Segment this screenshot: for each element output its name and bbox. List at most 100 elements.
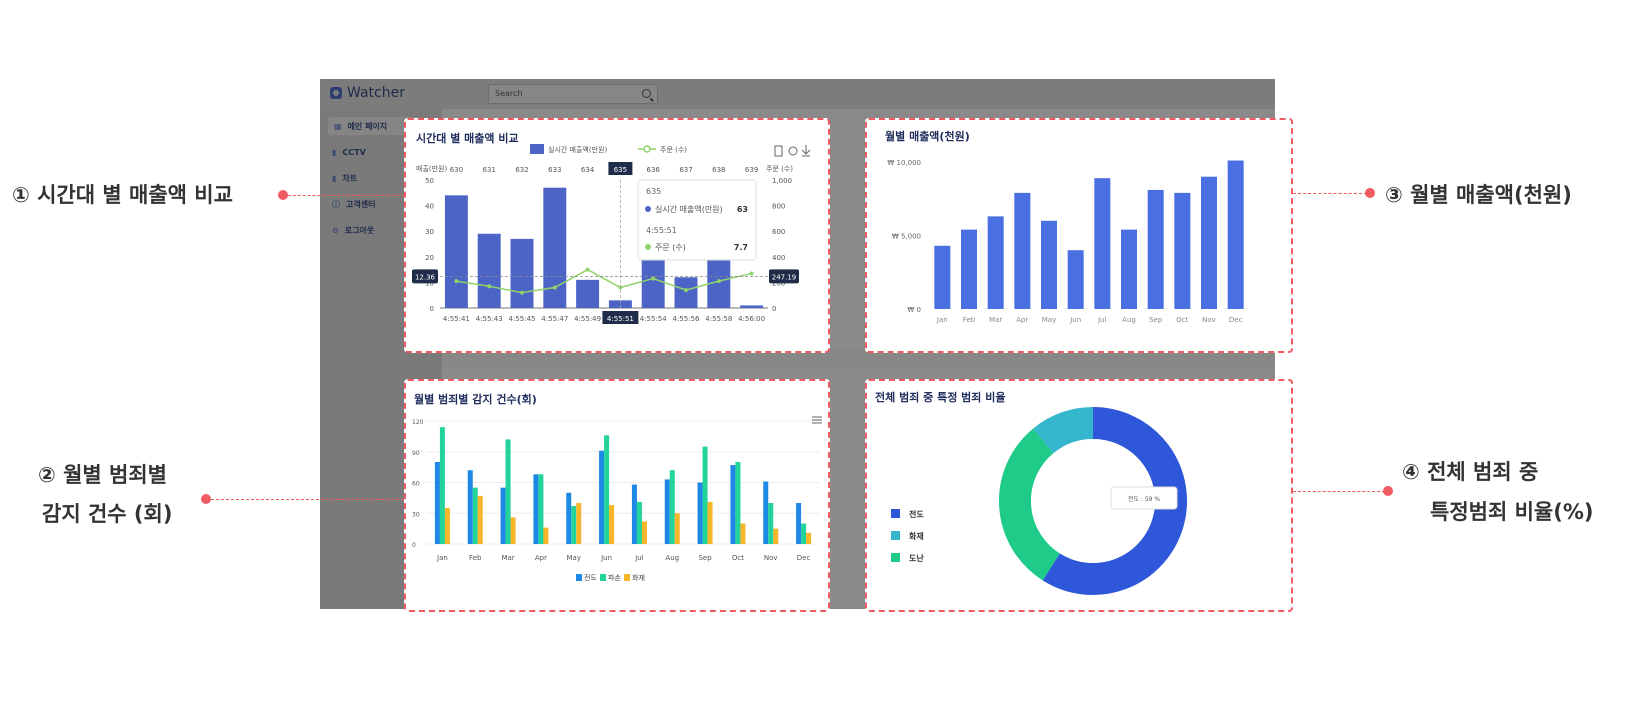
top-axis-label: 634 xyxy=(581,166,595,174)
x-tick-label: Feb xyxy=(469,554,482,562)
y-left-tick-label: 0 xyxy=(430,305,434,313)
crime-bar-파손 xyxy=(702,446,708,544)
crime-bar-파손 xyxy=(505,439,511,544)
x-tick-label: 4:55:56 xyxy=(673,315,701,323)
card-crime-ratio: 전체 범죄 중 특정 범죄 비율전도 : 59 % 전도화재도난 xyxy=(865,379,1293,612)
legend-label: 화재 xyxy=(909,531,924,541)
tooltip-label-2: 주문 (수) xyxy=(655,243,686,252)
bar-chart-icon: ▮ xyxy=(332,173,337,183)
orders-point xyxy=(684,288,688,293)
y-left-tick-label: 40 xyxy=(425,203,434,211)
x-tick-label: Nov xyxy=(764,554,778,562)
top-axis-label: 639 xyxy=(745,166,758,174)
document-icon xyxy=(774,145,783,157)
x-tick-label: Jul xyxy=(1097,316,1107,324)
top-axis-label: 637 xyxy=(679,166,692,174)
x-tick-label: Oct xyxy=(1176,316,1188,324)
bar-chart-icon: ▮ xyxy=(332,147,337,157)
donut-tooltip-text: 전도 : 59 % xyxy=(1128,495,1160,503)
crime-bar-화재 xyxy=(740,523,746,544)
tooltip-header-2: 4:55:51 xyxy=(646,226,677,235)
top-axis-label: 636 xyxy=(647,166,661,174)
crime-bar-화재 xyxy=(609,505,615,544)
sidebar-item-label: 메인 페이지 xyxy=(347,121,388,131)
app-topbar: Watcher Search xyxy=(320,79,1275,109)
x-tick-label: 4:55:58 xyxy=(705,315,732,323)
legend-label: 전도 xyxy=(584,573,597,582)
top-axis-label: 633 xyxy=(548,166,561,174)
x-tick-label: Mar xyxy=(989,316,1002,324)
x-tick-label: 4:55:47 xyxy=(541,315,568,323)
top-axis-label: 638 xyxy=(712,166,725,174)
x-tick-label: Dec xyxy=(1229,316,1243,324)
callout-4-line1: ④ 전체 범죄 중 xyxy=(1402,460,1539,484)
crime-bar-전도 xyxy=(533,474,539,544)
x-tick-label: 4:55:51 xyxy=(607,315,634,323)
y-tick-label: ₩ 5,000 xyxy=(892,233,921,241)
legend-swatch xyxy=(891,553,900,562)
sidebar-item-support[interactable]: ⓘ 고객센터 xyxy=(332,195,375,213)
legend-label: 전도 xyxy=(909,509,924,519)
crime-bar-화재 xyxy=(477,495,483,544)
sidebar-item-cctv[interactable]: ▮ CCTV xyxy=(332,143,366,161)
sidebar-item-label: 로그아웃 xyxy=(344,225,375,235)
sidebar-item-logout[interactable]: ⊖ 로그아웃 xyxy=(332,221,374,239)
search-input[interactable]: Search xyxy=(488,84,658,104)
crime-ratio-chart: 전체 범죄 중 특정 범죄 비율전도 : 59 % 전도화재도난 xyxy=(875,390,1187,595)
search-icon[interactable] xyxy=(642,89,651,98)
sidebar-item-chart[interactable]: ▮ 차트 xyxy=(332,169,357,187)
sales-bar xyxy=(987,216,1004,309)
legend-label: 도난 xyxy=(909,553,924,563)
legend-label-sales: 실시간 매출액(만원) xyxy=(548,145,607,154)
sales-bar xyxy=(510,238,534,308)
crime-bar-파손 xyxy=(768,503,774,544)
orders-point xyxy=(487,284,492,289)
y-right-tick-label: 0 xyxy=(772,305,776,313)
card-hourly-sales: 시간대 별 매출액 비교 실시간 매출액(만원) 주문 (수) 매출(만원) 주문 (수… xyxy=(404,118,830,353)
sales-bar xyxy=(1121,229,1137,309)
legend-swatch xyxy=(891,531,900,540)
top-axis-label: 631 xyxy=(483,166,496,174)
menu-icon xyxy=(812,416,822,424)
x-tick-label: Jun xyxy=(600,554,612,562)
download-icon xyxy=(801,145,811,157)
logout-icon: ⊖ xyxy=(332,225,339,235)
sales-bar xyxy=(543,187,567,308)
x-tick-label: Nov xyxy=(1202,316,1216,324)
sidebar-item-label: CCTV xyxy=(342,147,366,157)
sidebar-item-label: 차트 xyxy=(342,173,358,183)
x-tick-label: 4:55:41 xyxy=(443,315,470,323)
sales-bar xyxy=(1094,178,1111,309)
x-tick-label: Jun xyxy=(1069,316,1081,324)
crime-bar-화재 xyxy=(806,532,812,544)
legend-swatch xyxy=(576,574,582,581)
x-tick-label: 4:55:54 xyxy=(640,315,668,323)
callout-3-connector xyxy=(1293,193,1367,194)
sales-bar xyxy=(444,195,468,308)
brand-name: Watcher xyxy=(347,85,405,101)
sidebar-item-label: 고객센터 xyxy=(346,199,376,209)
sales-bar xyxy=(1041,220,1057,309)
callout-1: ① 시간대 별 매출액 비교 xyxy=(12,183,233,207)
crime-bar-전도 xyxy=(664,479,670,544)
tooltip-marker-2 xyxy=(645,244,651,250)
crime-bar-전도 xyxy=(796,503,802,544)
orders-point xyxy=(552,285,557,290)
chart-title: 월별 매출액(천원) xyxy=(885,129,970,143)
orders-point xyxy=(585,267,590,272)
crime-bar-전도 xyxy=(566,492,572,544)
donut-slice-화재 xyxy=(1033,407,1094,454)
crime-bar-화재 xyxy=(773,528,779,544)
crime-bar-화재 xyxy=(510,517,516,544)
orders-point xyxy=(651,276,656,281)
crime-bar-전도 xyxy=(697,482,703,544)
crime-bar-파손 xyxy=(538,474,544,544)
sales-bar xyxy=(740,305,764,308)
chart-title: 전체 범죄 중 특정 범죄 비율 xyxy=(875,390,1005,404)
crime-bar-파손 xyxy=(735,462,741,544)
brand[interactable]: Watcher xyxy=(330,85,405,101)
grid-icon: ▦ xyxy=(334,121,342,131)
legend-marker-orders xyxy=(643,145,651,153)
crosshair-left-value: 12.36 xyxy=(415,273,436,281)
sales-bar xyxy=(1227,160,1244,309)
